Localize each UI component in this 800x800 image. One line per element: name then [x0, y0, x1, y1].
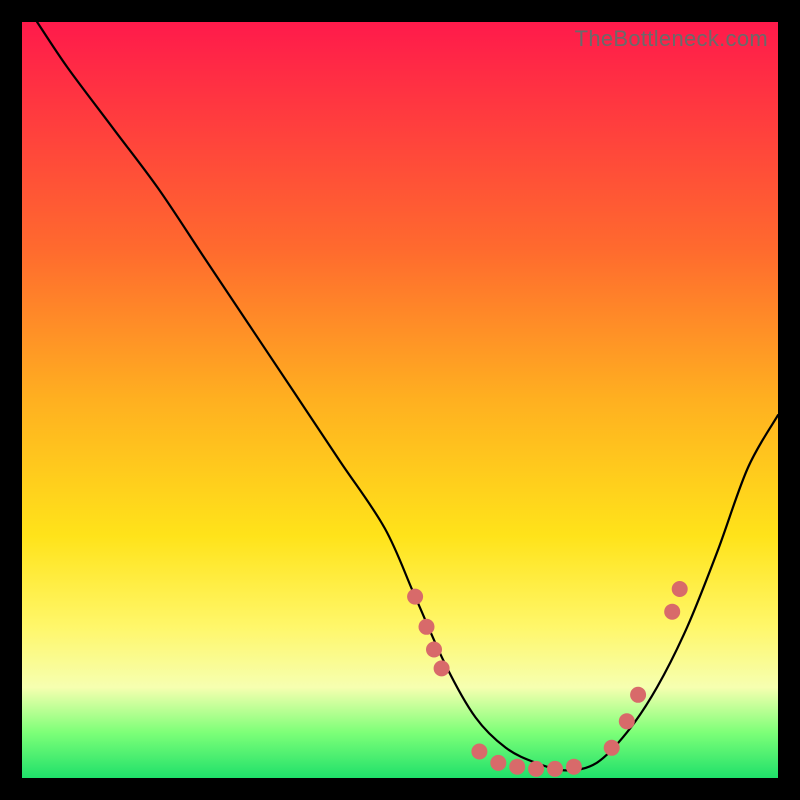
bottleneck-curve — [37, 22, 778, 770]
marker-dot — [490, 755, 506, 771]
curve-markers — [407, 581, 688, 777]
marker-dot — [471, 744, 487, 760]
marker-dot — [547, 761, 563, 777]
marker-dot — [509, 759, 525, 775]
marker-dot — [630, 687, 646, 703]
marker-dot — [664, 604, 680, 620]
marker-dot — [434, 660, 450, 676]
marker-dot — [604, 740, 620, 756]
marker-dot — [566, 759, 582, 775]
marker-dot — [407, 589, 423, 605]
chart-plot-area: TheBottleneck.com — [22, 22, 778, 778]
marker-dot — [672, 581, 688, 597]
marker-dot — [426, 642, 442, 658]
curve-svg — [22, 22, 778, 778]
marker-dot — [528, 761, 544, 777]
chart-stage: TheBottleneck.com — [0, 0, 800, 800]
marker-dot — [419, 619, 435, 635]
marker-dot — [619, 713, 635, 729]
